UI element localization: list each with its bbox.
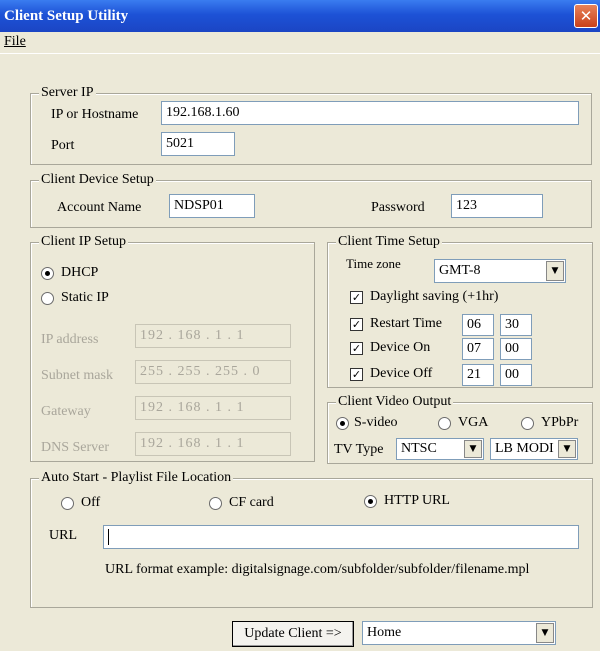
ip-setup-group: Client IP Setup DHCP Static IP IP addres… xyxy=(30,233,315,462)
time-zone-label: Time zone xyxy=(346,256,401,271)
host-label: IP or Hostname xyxy=(51,107,139,122)
cf-card-radio[interactable] xyxy=(209,497,222,510)
vga-radio[interactable] xyxy=(438,417,451,430)
account-input[interactable]: NDSP01 xyxy=(169,194,255,218)
restart-minute-input[interactable]: 30 xyxy=(500,314,532,336)
password-label: Password xyxy=(371,200,425,215)
chevron-down-icon[interactable]: ▼ xyxy=(536,623,554,643)
port-label: Port xyxy=(51,138,75,153)
ypbpr-radio[interactable] xyxy=(521,417,534,430)
video-output-group: Client Video Output S-video VGA YPbPr TV… xyxy=(327,393,593,464)
tv-type-label: TV Type xyxy=(334,442,384,457)
dns-server-input[interactable]: 192 . 168 . 1 . 1 xyxy=(135,432,291,456)
off-radio[interactable] xyxy=(61,497,74,510)
device-off-checkbox[interactable]: ✓ xyxy=(350,368,363,381)
device-on-hour-input[interactable]: 07 xyxy=(462,338,494,360)
window-title: Client Setup Utility xyxy=(4,8,129,24)
target-value: Home xyxy=(367,625,402,640)
auto-start-legend: Auto Start - Playlist File Location xyxy=(39,469,234,487)
url-label: URL xyxy=(49,528,77,543)
menu-bar: File xyxy=(0,32,600,54)
ypbpr-label: YPbPr xyxy=(541,415,579,430)
url-input[interactable] xyxy=(103,525,579,549)
device-setup-group: Client Device Setup Account Name NDSP01 … xyxy=(30,171,592,228)
device-on-checkbox[interactable]: ✓ xyxy=(350,342,363,355)
server-ip-group: Server IP IP or Hostname 192.168.1.60 Po… xyxy=(30,84,592,165)
cf-card-label: CF card xyxy=(229,495,274,510)
text-caret xyxy=(108,528,109,545)
static-ip-label: Static IP xyxy=(61,290,109,305)
server-ip-legend: Server IP xyxy=(39,84,96,102)
dns-server-label: DNS Server xyxy=(41,440,110,455)
restart-time-checkbox[interactable]: ✓ xyxy=(350,318,363,331)
url-example-text: URL format example: digitalsignage.com/s… xyxy=(105,562,530,577)
subnet-mask-label: Subnet mask xyxy=(41,368,113,383)
svideo-label: S-video xyxy=(354,415,398,430)
gateway-label: Gateway xyxy=(41,404,91,419)
restart-time-label: Restart Time xyxy=(370,316,442,331)
device-off-minute-input[interactable]: 00 xyxy=(500,364,532,386)
device-off-label: Device Off xyxy=(370,366,433,381)
chevron-down-icon[interactable]: ▼ xyxy=(558,440,576,458)
daylight-saving-checkbox[interactable]: ✓ xyxy=(350,291,363,304)
lb-mode-select[interactable]: LB MODI ▼ xyxy=(490,438,578,460)
account-label: Account Name xyxy=(57,200,142,215)
device-setup-legend: Client Device Setup xyxy=(39,171,156,189)
device-on-label: Device On xyxy=(370,340,431,355)
gateway-input[interactable]: 192 . 168 . 1 . 1 xyxy=(135,396,291,420)
time-zone-value: GMT-8 xyxy=(439,263,481,278)
restart-hour-input[interactable]: 06 xyxy=(462,314,494,336)
menu-file[interactable]: File xyxy=(4,34,26,50)
ip-address-label: IP address xyxy=(41,332,99,347)
port-input[interactable]: 5021 xyxy=(161,132,235,156)
chevron-down-icon[interactable]: ▼ xyxy=(464,440,482,458)
off-label: Off xyxy=(81,495,101,510)
chevron-down-icon[interactable]: ▼ xyxy=(546,261,564,281)
time-setup-group: Client Time Setup Time zone GMT-8 ▼ ✓ Da… xyxy=(327,233,593,388)
time-zone-select[interactable]: GMT-8 ▼ xyxy=(434,259,566,283)
daylight-saving-label: Daylight saving (+1hr) xyxy=(370,289,499,304)
vga-label: VGA xyxy=(458,415,489,430)
device-on-minute-input[interactable]: 00 xyxy=(500,338,532,360)
lb-mode-value: LB MODI xyxy=(495,441,554,456)
client-setup-window: Client Setup Utility ✕ File Server IP IP… xyxy=(0,0,600,651)
ip-setup-legend: Client IP Setup xyxy=(39,233,129,251)
video-output-legend: Client Video Output xyxy=(336,393,454,411)
title-bar: Client Setup Utility ✕ xyxy=(0,0,600,32)
dhcp-label: DHCP xyxy=(61,265,99,280)
subnet-mask-input[interactable]: 255 . 255 . 255 . 0 xyxy=(135,360,291,384)
tv-type-select[interactable]: NTSC ▼ xyxy=(396,438,484,460)
ip-address-input[interactable]: 192 . 168 . 1 . 1 xyxy=(135,324,291,348)
tv-type-value: NTSC xyxy=(401,441,437,456)
time-setup-legend: Client Time Setup xyxy=(336,233,442,251)
http-url-radio[interactable] xyxy=(364,495,377,508)
static-ip-radio[interactable] xyxy=(41,292,54,305)
update-client-button[interactable]: Update Client => xyxy=(232,621,354,647)
auto-start-group: Auto Start - Playlist File Location Off … xyxy=(30,469,593,608)
svideo-radio[interactable] xyxy=(336,417,349,430)
dhcp-radio[interactable] xyxy=(41,267,54,280)
host-input[interactable]: 192.168.1.60 xyxy=(161,101,579,125)
password-input[interactable]: 123 xyxy=(451,194,543,218)
close-icon[interactable]: ✕ xyxy=(574,4,598,28)
target-select[interactable]: Home ▼ xyxy=(362,621,556,645)
device-off-hour-input[interactable]: 21 xyxy=(462,364,494,386)
http-url-label: HTTP URL xyxy=(384,493,450,508)
